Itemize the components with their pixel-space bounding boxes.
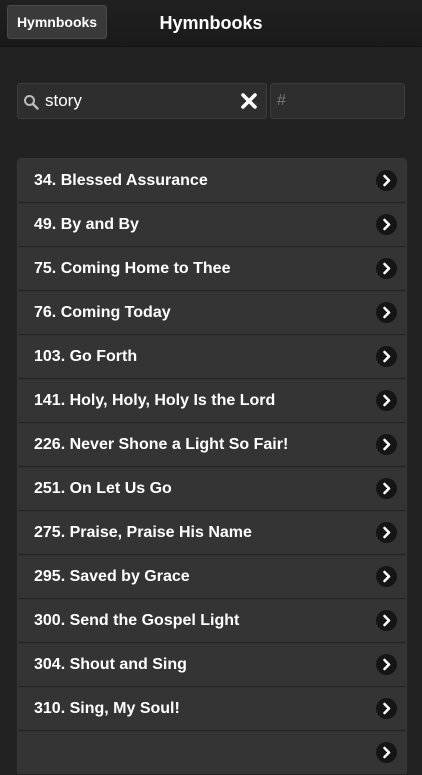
chevron-right-icon[interactable] [376, 390, 397, 411]
hymn-row[interactable]: 300. Send the Gospel Light [18, 599, 406, 643]
chevron-right-icon[interactable] [376, 610, 397, 631]
chevron-right-icon[interactable] [376, 302, 397, 323]
chevron-right-icon[interactable] [376, 214, 397, 235]
chevron-right-icon[interactable] [376, 346, 397, 367]
navigation-bar: Hymnbooks Hymnbooks [0, 0, 422, 47]
hymn-row[interactable]: 103. Go Forth [18, 335, 406, 379]
hymn-row[interactable]: 295. Saved by Grace [18, 555, 406, 599]
chevron-right-icon[interactable] [376, 170, 397, 191]
hymn-title: 226. Never Shone a Light So Fair! [34, 436, 289, 453]
hymn-title: 75. Coming Home to Thee [34, 260, 231, 277]
search-input[interactable] [45, 84, 235, 118]
hymn-list: 34. Blessed Assurance 49. By and By 75. … [17, 158, 407, 775]
chevron-right-icon[interactable] [376, 566, 397, 587]
hymn-row[interactable]: 226. Never Shone a Light So Fair! [18, 423, 406, 467]
chevron-right-icon[interactable] [376, 742, 397, 763]
chevron-right-icon[interactable] [376, 434, 397, 455]
hymn-title: 310. Sing, My Soul! [34, 700, 180, 717]
hymn-row[interactable]: 49. By and By [18, 203, 406, 247]
chevron-right-icon[interactable] [376, 478, 397, 499]
hymn-row[interactable]: 75. Coming Home to Thee [18, 247, 406, 291]
search-field[interactable] [17, 83, 267, 119]
hymn-title: 300. Send the Gospel Light [34, 612, 240, 629]
chevron-right-icon[interactable] [376, 522, 397, 543]
hymn-title: 76. Coming Today [34, 304, 171, 321]
hymn-row[interactable]: 34. Blessed Assurance [18, 159, 406, 203]
chevron-right-icon[interactable] [376, 258, 397, 279]
chevron-right-icon[interactable] [376, 654, 397, 675]
hymnbooks-back-button[interactable]: Hymnbooks [7, 5, 107, 39]
hymn-number-field[interactable] [270, 83, 405, 119]
hymn-number-input[interactable] [277, 84, 397, 118]
hymn-title: 275. Praise, Praise His Name [34, 524, 252, 541]
search-icon [24, 95, 39, 110]
hymn-row[interactable]: 141. Holy, Holy, Holy Is the Lord [18, 379, 406, 423]
hymn-title: 295. Saved by Grace [34, 568, 190, 585]
hymn-row[interactable] [18, 731, 406, 775]
hymn-title: 103. Go Forth [34, 348, 138, 365]
chevron-right-icon[interactable] [376, 698, 397, 719]
hymn-title: 304. Shout and Sing [34, 656, 187, 673]
hymn-row[interactable]: 251. On Let Us Go [18, 467, 406, 511]
hymn-title: 34. Blessed Assurance [34, 172, 208, 189]
clear-icon[interactable] [240, 92, 258, 110]
hymn-title: 49. By and By [34, 216, 139, 233]
hymn-row[interactable]: 310. Sing, My Soul! [18, 687, 406, 731]
hymn-row[interactable]: 76. Coming Today [18, 291, 406, 335]
hymn-row[interactable]: 304. Shout and Sing [18, 643, 406, 687]
hymn-title: 251. On Let Us Go [34, 480, 172, 497]
hymn-title: 141. Holy, Holy, Holy Is the Lord [34, 392, 276, 409]
hymn-row[interactable]: 275. Praise, Praise His Name [18, 511, 406, 555]
